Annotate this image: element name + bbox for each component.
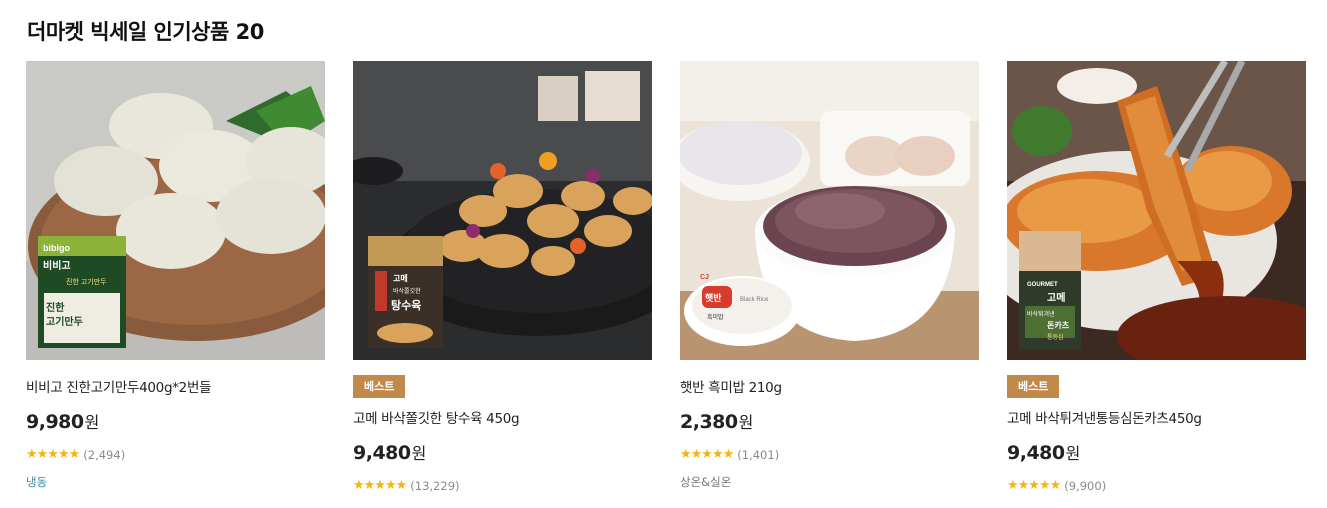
- price-currency: 원: [1065, 444, 1081, 463]
- price-row: 9,980 원: [26, 409, 325, 433]
- review-count: (9,900): [1064, 478, 1107, 493]
- rating-row: ★★★★★ (13,229): [353, 478, 652, 493]
- package-label: 바삭쫄깃한: [393, 287, 421, 295]
- package-label: 돈카츠: [1047, 320, 1070, 330]
- price-row: 9,480 원: [353, 440, 652, 464]
- star-rating-icon: ★★★★★: [1007, 478, 1061, 493]
- rating-row: ★★★★★ (1,401): [680, 447, 979, 462]
- product-image[interactable]: GOURMET 고메 바삭튀겨낸 돈카츠 통등심: [1007, 61, 1306, 360]
- dumpling-photo: bibigo 비비고 진한 고기만두 진한 고기만두: [26, 61, 325, 360]
- product-image[interactable]: 고메 바삭쫄깃한 탕수육: [353, 61, 652, 360]
- pork-cutlet-photo: GOURMET 고메 바삭튀겨낸 돈카츠 통등심: [1007, 61, 1306, 360]
- price-currency: 원: [84, 413, 100, 432]
- price-currency: 원: [411, 444, 427, 463]
- package-label: 진한: [46, 301, 65, 314]
- price-row: 9,480 원: [1007, 440, 1306, 464]
- product-name[interactable]: 비비고 진한고기만두400g*2번들: [26, 376, 325, 396]
- product-image[interactable]: CJ 햇반 흑미밥 Black Rice: [680, 61, 979, 360]
- package-brand-label: CJ: [700, 274, 709, 281]
- section-title: 더마켓 빅세일 인기상품 20: [27, 20, 264, 44]
- package-label: 진한 고기만두: [66, 277, 107, 286]
- review-count: (1,401): [737, 447, 780, 462]
- rating-row: ★★★★★ (9,900): [1007, 478, 1306, 493]
- product-card[interactable]: 고메 바삭쫄깃한 탕수육 베스트 고메 바삭쫄깃한 탕수육 450g 9,480…: [353, 61, 652, 501]
- product-price: 9,480: [353, 442, 411, 464]
- product-card[interactable]: GOURMET 고메 바삭튀겨낸 돈카츠 통등심 베스트 고메 바삭튀겨낸통등심…: [1007, 61, 1306, 501]
- product-price: 9,980: [26, 411, 84, 433]
- package-brand-label: 고메: [393, 273, 408, 283]
- storage-tag: 상온&실온: [680, 475, 732, 489]
- package-label: 고기만두: [46, 315, 83, 328]
- package-label: 흑미밥: [707, 313, 724, 321]
- package-label: 탕수육: [391, 298, 421, 312]
- package-label: 햇반: [705, 292, 722, 303]
- product-price: 9,480: [1007, 442, 1065, 464]
- review-count: (13,229): [410, 478, 460, 493]
- star-rating-icon: ★★★★★: [353, 478, 407, 493]
- product-name[interactable]: 고메 바삭쫄깃한 탕수육 450g: [353, 407, 652, 427]
- black-rice-photo: CJ 햇반 흑미밥 Black Rice: [680, 61, 979, 360]
- star-rating-icon: ★★★★★: [26, 447, 80, 462]
- product-price: 2,380: [680, 411, 738, 433]
- product-grid: bibigo 비비고 진한 고기만두 진한 고기만두 비비고 진한고기만두400…: [26, 61, 1306, 501]
- package-label: Black Rice: [740, 297, 769, 303]
- package-label: 비비고: [43, 259, 71, 272]
- package-label: 고메: [1047, 291, 1065, 304]
- rating-row: ★★★★★ (2,494): [26, 447, 325, 462]
- review-count: (2,494): [83, 447, 126, 462]
- sweet-sour-pork-photo: 고메 바삭쫄깃한 탕수육: [353, 61, 652, 360]
- price-row: 2,380 원: [680, 409, 979, 433]
- best-badge: 베스트: [1007, 375, 1060, 398]
- product-card[interactable]: bibigo 비비고 진한 고기만두 진한 고기만두 비비고 진한고기만두400…: [26, 61, 325, 501]
- price-currency: 원: [738, 413, 754, 432]
- package-label: 통등심: [1047, 333, 1064, 341]
- package-brand-label: GOURMET: [1027, 282, 1058, 288]
- product-image[interactable]: bibigo 비비고 진한 고기만두 진한 고기만두: [26, 61, 325, 360]
- best-badge: 베스트: [353, 375, 406, 398]
- package-brand-label: bibigo: [43, 243, 70, 253]
- storage-tag: 냉동: [26, 475, 48, 489]
- package-label: 바삭튀겨낸: [1027, 310, 1055, 318]
- star-rating-icon: ★★★★★: [680, 447, 734, 462]
- product-name[interactable]: 햇반 흑미밥 210g: [680, 376, 979, 396]
- product-card[interactable]: CJ 햇반 흑미밥 Black Rice 햇반 흑미밥 210g 2,380 원…: [680, 61, 979, 501]
- product-name[interactable]: 고메 바삭튀겨낸통등심돈카츠450g: [1007, 407, 1306, 427]
